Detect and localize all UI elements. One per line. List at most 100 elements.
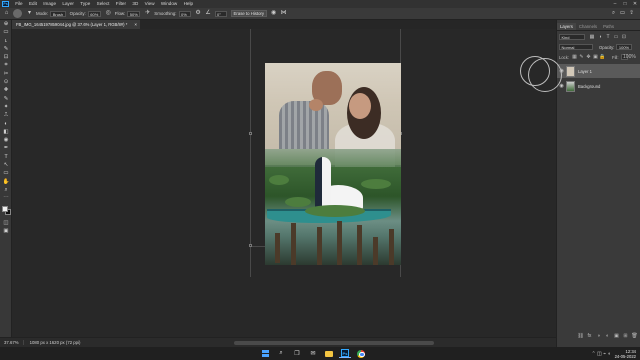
horizontal-scrollbar[interactable] xyxy=(234,341,434,345)
type-tool-icon[interactable]: T xyxy=(0,153,12,161)
mode-select[interactable]: Brush xyxy=(50,10,66,17)
marquee-tool-icon[interactable]: ▭ xyxy=(0,28,12,36)
flow-field[interactable]: 50% xyxy=(127,10,141,17)
transform-handle[interactable] xyxy=(249,132,252,135)
menu-view[interactable]: View xyxy=(141,0,157,8)
lock-all-icon[interactable]: 🔒 xyxy=(599,54,606,60)
angle-field[interactable]: 0° xyxy=(214,10,227,17)
gradient-tool-icon[interactable]: ◐ xyxy=(0,120,12,128)
task-view-icon[interactable]: ❐ xyxy=(291,349,303,358)
menu-help[interactable]: Help xyxy=(180,0,196,8)
start-button[interactable] xyxy=(259,349,271,358)
menu-file[interactable]: File xyxy=(12,0,26,8)
workspace-icon[interactable]: ▭ xyxy=(618,10,627,17)
delete-layer-icon[interactable]: 🗑 xyxy=(630,333,639,341)
menu-select[interactable]: Select xyxy=(93,0,112,8)
chat-icon[interactable]: ✉ xyxy=(307,349,319,358)
transform-handle[interactable] xyxy=(249,244,252,247)
close-tab-icon[interactable]: × xyxy=(134,20,137,29)
screen-mode-icon[interactable]: ▣ xyxy=(0,227,12,235)
file-explorer-app[interactable] xyxy=(323,349,335,358)
pressure-opacity-icon[interactable]: ◎ xyxy=(105,10,112,17)
menu-3d[interactable]: 3D xyxy=(129,0,141,8)
lock-artboard-icon[interactable]: ▣ xyxy=(592,54,599,60)
pen-tool-icon[interactable]: ✒ xyxy=(0,144,12,152)
menu-edit[interactable]: Edit xyxy=(26,0,40,8)
foreground-color-swatch[interactable] xyxy=(2,205,8,212)
brush-tool-icon[interactable]: ✚ xyxy=(0,86,12,94)
chrome-app[interactable] xyxy=(355,349,367,358)
new-group-icon[interactable]: ▣ xyxy=(612,333,621,341)
eraser-tool-icon[interactable]: ⎍ xyxy=(0,111,12,119)
home-icon[interactable]: ⌂ xyxy=(3,10,10,17)
brush-settings-icon[interactable]: ▾ xyxy=(26,10,33,17)
symmetry-icon[interactable]: ⋈ xyxy=(280,10,287,17)
smoothing-settings-icon[interactable]: ⚙ xyxy=(195,10,202,17)
opacity-field[interactable]: 60% xyxy=(87,10,101,17)
airbrush-icon[interactable]: ✈ xyxy=(144,10,151,17)
layer-mask-icon[interactable]: ◑ xyxy=(594,333,603,341)
menu-window[interactable]: Window xyxy=(158,0,181,8)
clock[interactable]: 12:34 24-05-2022 xyxy=(615,349,636,359)
more-tools-icon[interactable]: ⋯ xyxy=(0,194,12,202)
blend-mode-select[interactable]: Normal xyxy=(559,44,593,50)
eyedropper-tool-icon[interactable]: ✂ xyxy=(0,70,12,78)
eraser-tool-preset-icon[interactable] xyxy=(13,9,22,18)
link-layers-icon[interactable]: ⛓ xyxy=(576,333,585,341)
pixel-filter-icon[interactable]: ▦ xyxy=(588,34,596,40)
hand-tool-icon[interactable]: ✋ xyxy=(0,178,12,186)
tab-layers[interactable]: Layers xyxy=(557,23,576,30)
layer-kind-filter[interactable]: Kind xyxy=(559,34,585,40)
adjustment-filter-icon[interactable]: ◑ xyxy=(596,34,604,40)
quick-select-tool-icon[interactable]: ✎ xyxy=(0,45,12,53)
clone-stamp-tool-icon[interactable]: ✎ xyxy=(0,95,12,103)
document-info[interactable]: 1080 px x 1620 px (72 ppi) xyxy=(24,340,81,345)
erase-to-history-button[interactable]: Erase to History xyxy=(230,10,268,17)
layer-opacity-field[interactable]: 100% xyxy=(616,44,632,50)
photoshop-app[interactable]: Ps xyxy=(339,349,351,358)
layer-style-icon[interactable]: fx xyxy=(585,333,594,341)
menu-filter[interactable]: Filter xyxy=(113,0,130,8)
rectangle-tool-icon[interactable]: ▭ xyxy=(0,169,12,177)
dodge-tool-icon[interactable]: ◉ xyxy=(0,136,12,144)
tab-channels[interactable]: Channels xyxy=(576,23,600,30)
minimize-button[interactable]: – xyxy=(610,1,620,7)
lock-paint-icon[interactable]: ✎ xyxy=(578,54,585,60)
smart-filter-icon[interactable]: ⊡ xyxy=(620,34,628,40)
lock-pixels-icon[interactable]: ▦ xyxy=(571,54,578,60)
history-brush-tool-icon[interactable]: ✦ xyxy=(0,103,12,111)
shape-filter-icon[interactable]: ▭ xyxy=(612,34,620,40)
move-tool-icon[interactable]: ⊕ xyxy=(0,20,12,28)
tray-icons[interactable]: ⌃ ◫ ⌁ ◖ xyxy=(591,351,610,357)
lasso-tool-icon[interactable]: ʟ xyxy=(0,37,12,45)
fill-field[interactable]: 100% xyxy=(620,54,636,60)
search-icon[interactable]: ⌕ xyxy=(275,349,287,358)
search-icon[interactable]: ⌕ xyxy=(609,10,618,17)
path-select-tool-icon[interactable]: ↖ xyxy=(0,161,12,169)
document-tab[interactable]: FB_IMG_1645197859044.jpg @ 37.6% (Layer … xyxy=(12,20,140,29)
menu-type[interactable]: Type xyxy=(77,0,93,8)
maximize-button[interactable]: □ xyxy=(620,1,630,7)
menu-layer[interactable]: Layer xyxy=(59,0,77,8)
quick-mask-icon[interactable]: ◫ xyxy=(0,219,12,227)
menu-image[interactable]: Image xyxy=(40,0,59,8)
spot-healing-tool-icon[interactable]: ⊙ xyxy=(0,78,12,86)
zoom-level[interactable]: 37.67% xyxy=(0,340,24,345)
tab-paths[interactable]: Paths xyxy=(600,23,617,30)
lock-position-icon[interactable]: ✥ xyxy=(585,54,592,60)
zoom-tool-icon[interactable]: ⌕ xyxy=(0,186,12,194)
adjustment-layer-icon[interactable]: ◐ xyxy=(603,333,612,341)
close-button[interactable]: ✕ xyxy=(630,1,640,7)
canvas-workspace[interactable] xyxy=(12,29,556,337)
frame-tool-icon[interactable]: ⌗ xyxy=(0,61,12,69)
smoothing-field[interactable]: 0% xyxy=(178,10,191,17)
layer-row-background[interactable]: ◉ Background xyxy=(557,79,640,93)
document-canvas-image[interactable] xyxy=(265,63,401,265)
layer-row-layer-1[interactable]: ◉ Layer 1 xyxy=(557,64,640,78)
share-icon[interactable]: ⇪ xyxy=(627,10,636,17)
blur-tool-icon[interactable]: ◧ xyxy=(0,128,12,136)
type-filter-icon[interactable]: T xyxy=(604,34,612,40)
pressure-size-icon[interactable]: ◉ xyxy=(270,10,277,17)
crop-tool-icon[interactable]: ⊡ xyxy=(0,53,12,61)
new-layer-icon[interactable]: ⊞ xyxy=(621,333,630,341)
